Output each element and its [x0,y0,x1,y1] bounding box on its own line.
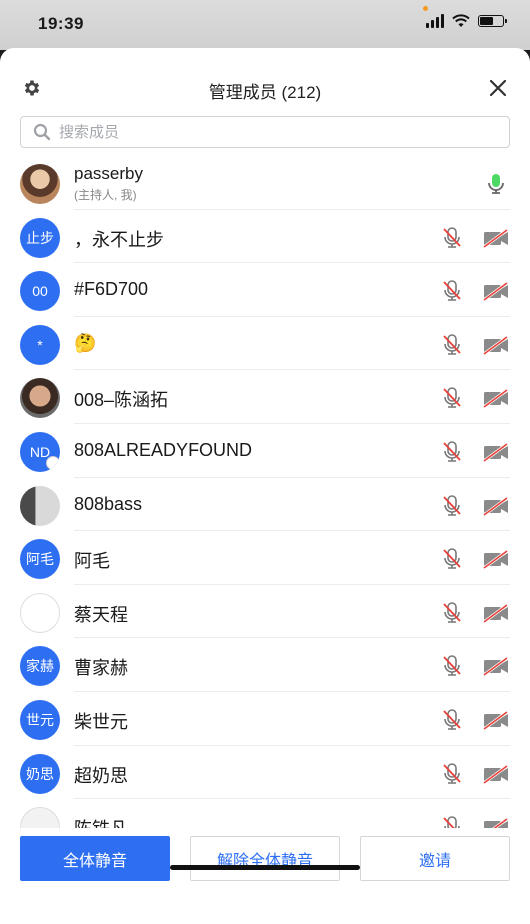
mic-muted-icon[interactable] [440,494,464,518]
mic-muted-icon[interactable] [440,226,464,250]
member-row[interactable]: 008–陈涵拓 [0,370,530,424]
member-name: 808ALREADYFOUND [74,439,253,460]
mic-active-icon[interactable] [484,172,508,196]
member-row[interactable]: ND 808ALREADYFOUND [0,424,530,478]
camera-off-icon[interactable] [482,601,510,625]
avatar-initials: 家赫 [26,658,54,675]
search-input[interactable] [57,122,441,142]
avatar: 00 [20,271,60,312]
mic-muted-icon[interactable] [440,708,464,732]
home-indicator [170,865,360,870]
privacy-indicator-dot [423,6,428,11]
camera-off-icon[interactable] [482,440,510,464]
mic-muted-icon[interactable] [440,547,464,571]
avatar: 奶思 [20,753,60,794]
member-row[interactable]: 陈铁凡 [0,799,530,828]
mic-muted-icon[interactable] [440,601,464,625]
camera-off-icon[interactable] [482,654,510,678]
avatar [20,164,60,204]
avatar: 世元 [20,699,60,740]
member-name: 超奶思 [74,765,128,786]
member-list[interactable]: passerby (主持人, 我) 止步 ，永不止步 00 #F6D700 * 🤔 008–陈涵… [0,156,530,828]
avatar-initials: 止步 [26,229,54,246]
mic-muted-icon[interactable] [440,440,464,464]
member-name: 蔡天程 [74,604,128,625]
close-icon[interactable] [488,78,508,98]
member-name: 曹家赫 [74,658,128,679]
member-name: 808bass [74,493,143,514]
member-name: ，永不止步 [74,229,164,250]
member-role: (主持人, 我) [74,188,137,202]
avatar: * [20,324,60,365]
mic-muted-icon[interactable] [440,279,464,303]
battery-icon [478,15,507,27]
screen: 19:39 管理成员 (212) 搜索成员 passerby (主持人, 我) … [0,0,530,924]
speaker-badge-icon [46,455,60,470]
member-row[interactable]: passerby (主持人, 我) [0,156,530,210]
member-name: 柴世元 [74,711,128,732]
camera-off-icon[interactable] [482,226,510,250]
unmute-all-button[interactable]: 解除全体静音 [190,836,340,881]
member-name: 陈铁凡 [74,815,128,828]
avatar [20,485,60,526]
avatar: 阿毛 [20,539,60,580]
cellular-signal-icon [426,14,444,28]
mic-muted-icon[interactable] [440,654,464,678]
avatar: 家赫 [20,646,60,687]
avatar-initials: 00 [32,283,48,300]
avatar-initials: 奶思 [26,765,54,782]
member-name: 008–陈涵拓 [74,390,169,411]
status-time: 19:39 [38,14,84,33]
search-box[interactable] [20,116,510,148]
camera-off-icon[interactable] [482,815,510,828]
wifi-icon [452,14,470,27]
member-row[interactable]: 奶思 超奶思 [0,746,530,800]
camera-off-icon[interactable] [482,762,510,786]
member-row[interactable]: 世元 柴世元 [0,692,530,746]
invite-button[interactable]: 邀请 [360,836,510,881]
search-icon [33,123,51,141]
page-title: 管理成员 (212) [208,83,322,102]
member-row[interactable]: 止步 ，永不止步 [0,210,530,264]
member-name: 阿毛 [74,551,110,572]
member-row[interactable]: 808bass [0,478,530,532]
status-bar: 19:39 [0,0,530,50]
avatar: ND [20,431,60,472]
camera-off-icon[interactable] [482,547,510,571]
camera-off-icon[interactable] [482,708,510,732]
mic-muted-icon[interactable] [440,762,464,786]
member-name: 🤔 [74,332,97,353]
avatar [20,592,60,633]
member-name: passerby [74,164,143,183]
footer-actions: 全体静音 解除全体静音 邀请 [0,828,530,924]
mic-muted-icon[interactable] [440,815,464,828]
member-row[interactable]: 阿毛 阿毛 [0,531,530,585]
avatar-initials: 世元 [26,711,54,728]
mute-all-button[interactable]: 全体静音 [20,836,170,881]
camera-off-icon[interactable] [482,333,510,357]
avatar [20,807,60,828]
mic-muted-icon[interactable] [440,386,464,410]
camera-off-icon[interactable] [482,386,510,410]
avatar-initials: 阿毛 [26,551,54,568]
member-row[interactable]: * 🤔 [0,317,530,371]
camera-off-icon[interactable] [482,494,510,518]
avatar [20,378,60,419]
manage-members-sheet: 管理成员 (212) passerby (主持人, 我) 止步 ，永不止步 00 #F6D… [0,48,530,924]
camera-off-icon[interactable] [482,279,510,303]
avatar: 止步 [20,217,60,258]
member-name: #F6D700 [74,279,149,300]
avatar-initials: * [37,336,43,353]
mic-muted-icon[interactable] [440,333,464,357]
member-row[interactable]: 家赫 曹家赫 [0,638,530,692]
member-row[interactable]: 00 #F6D700 [0,263,530,317]
member-row[interactable]: 蔡天程 [0,585,530,639]
status-icons [426,14,507,28]
